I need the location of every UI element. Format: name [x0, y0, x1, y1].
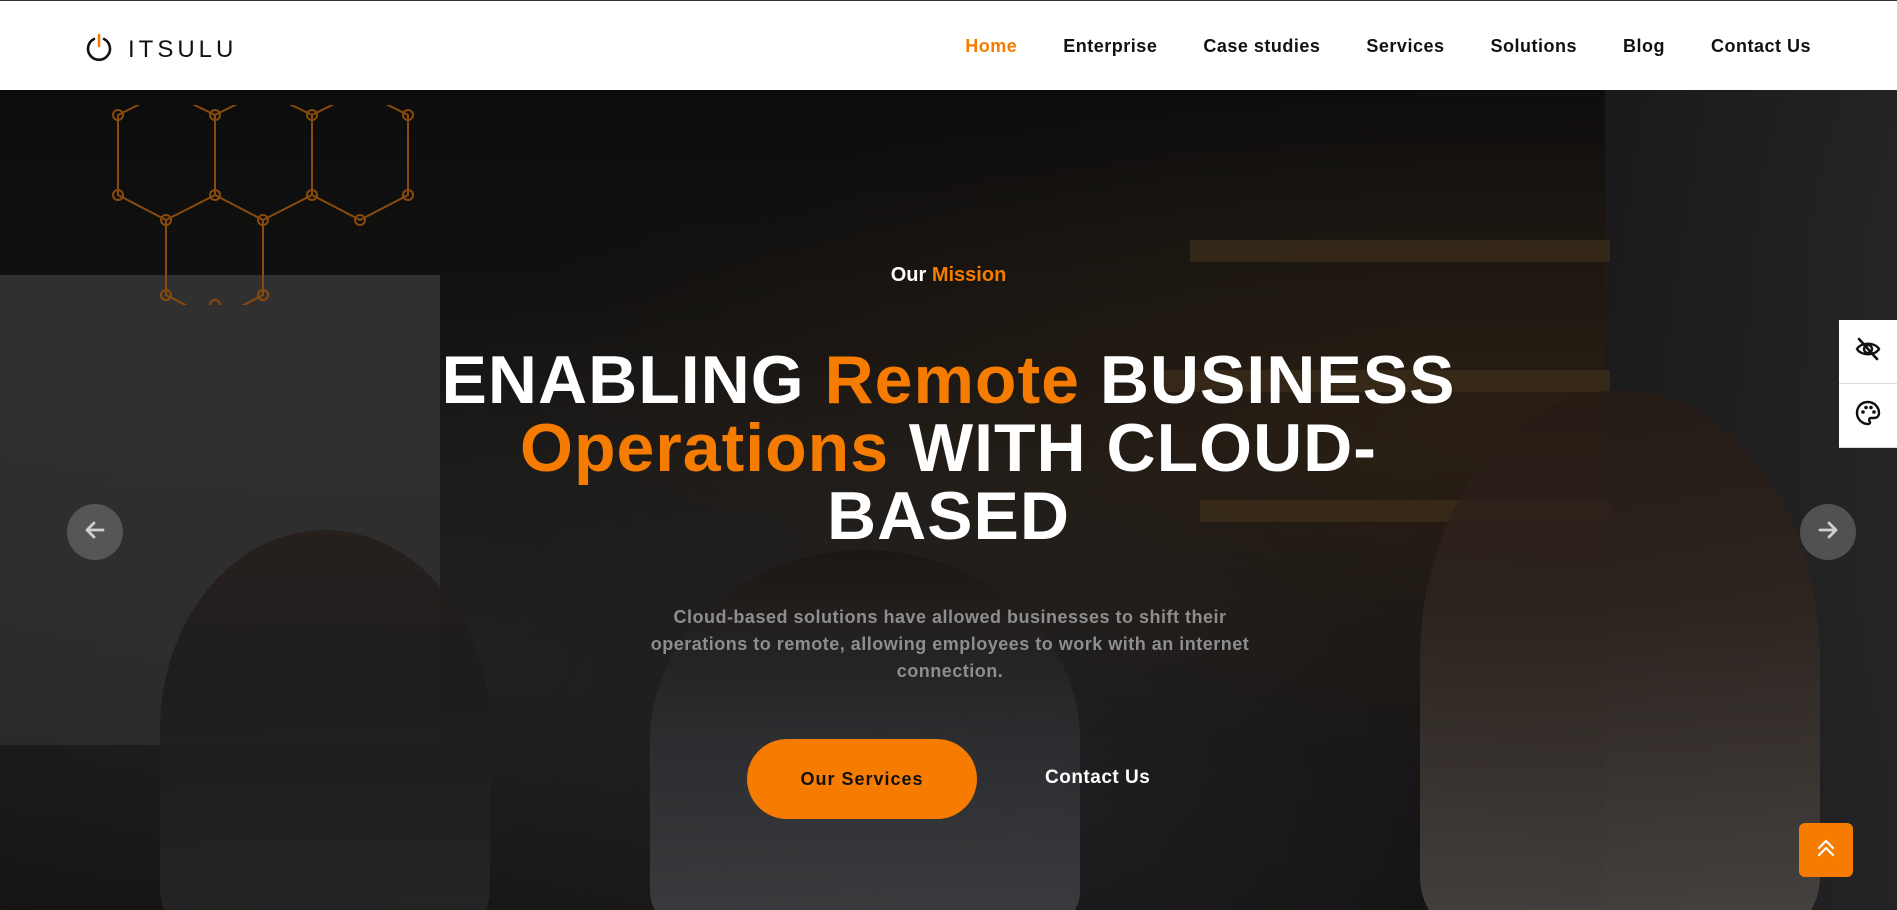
brand-name: ITSULU — [128, 35, 238, 63]
hero-section: Our Mission ENABLING Remote BUSINESS Ope… — [0, 90, 1897, 910]
back-to-top-button[interactable] — [1799, 823, 1853, 877]
headline-accent1: Remote — [824, 342, 1080, 418]
power-icon — [84, 32, 114, 67]
nav-item-enterprise[interactable]: Enterprise — [1063, 36, 1157, 57]
palette-icon — [1854, 399, 1882, 432]
contact-us-link[interactable]: Contact Us — [1045, 767, 1150, 789]
side-tool-panel — [1839, 320, 1897, 448]
double-chevron-up-icon — [1814, 836, 1838, 865]
nav-item-services[interactable]: Services — [1366, 36, 1444, 57]
nav-item-home[interactable]: Home — [965, 36, 1017, 57]
arrow-right-icon — [1817, 519, 1839, 546]
hero-description: Cloud-based solutions have allowed busin… — [650, 607, 1250, 681]
headline-part1: ENABLING — [441, 342, 805, 418]
site-header: ITSULU Home Enterprise Case studies Serv… — [0, 0, 1897, 90]
nav-item-case-studies[interactable]: Case studies — [1203, 36, 1320, 57]
main-nav: Home Enterprise Case studies Services So… — [965, 1, 1811, 91]
headline-accent2: Operations — [520, 410, 890, 486]
headline-part3: WITH CLOUD-BASED — [826, 410, 1377, 554]
kicker-accent: Mission — [931, 264, 1007, 286]
accessibility-toggle-button[interactable] — [1839, 320, 1897, 384]
nav-item-blog[interactable]: Blog — [1623, 36, 1665, 57]
eye-slash-icon — [1854, 335, 1882, 368]
hero-kicker: Our Mission — [0, 264, 1897, 287]
theme-palette-button[interactable] — [1839, 384, 1897, 448]
carousel-next-button[interactable] — [1800, 504, 1856, 560]
nav-item-contact-us[interactable]: Contact Us — [1711, 36, 1811, 57]
hero-headline: ENABLING Remote BUSINESS Operations WITH… — [430, 346, 1467, 550]
arrow-left-icon — [84, 519, 106, 546]
kicker-prefix: Our — [890, 264, 927, 286]
headline-part2: BUSINESS — [1099, 342, 1456, 418]
nav-item-solutions[interactable]: Solutions — [1490, 36, 1577, 57]
hero-content: Our Mission ENABLING Remote BUSINESS Ope… — [0, 90, 1897, 910]
our-services-button[interactable]: Our Services — [747, 739, 977, 819]
carousel-prev-button[interactable] — [67, 504, 123, 560]
brand-logo[interactable]: ITSULU — [84, 32, 237, 67]
